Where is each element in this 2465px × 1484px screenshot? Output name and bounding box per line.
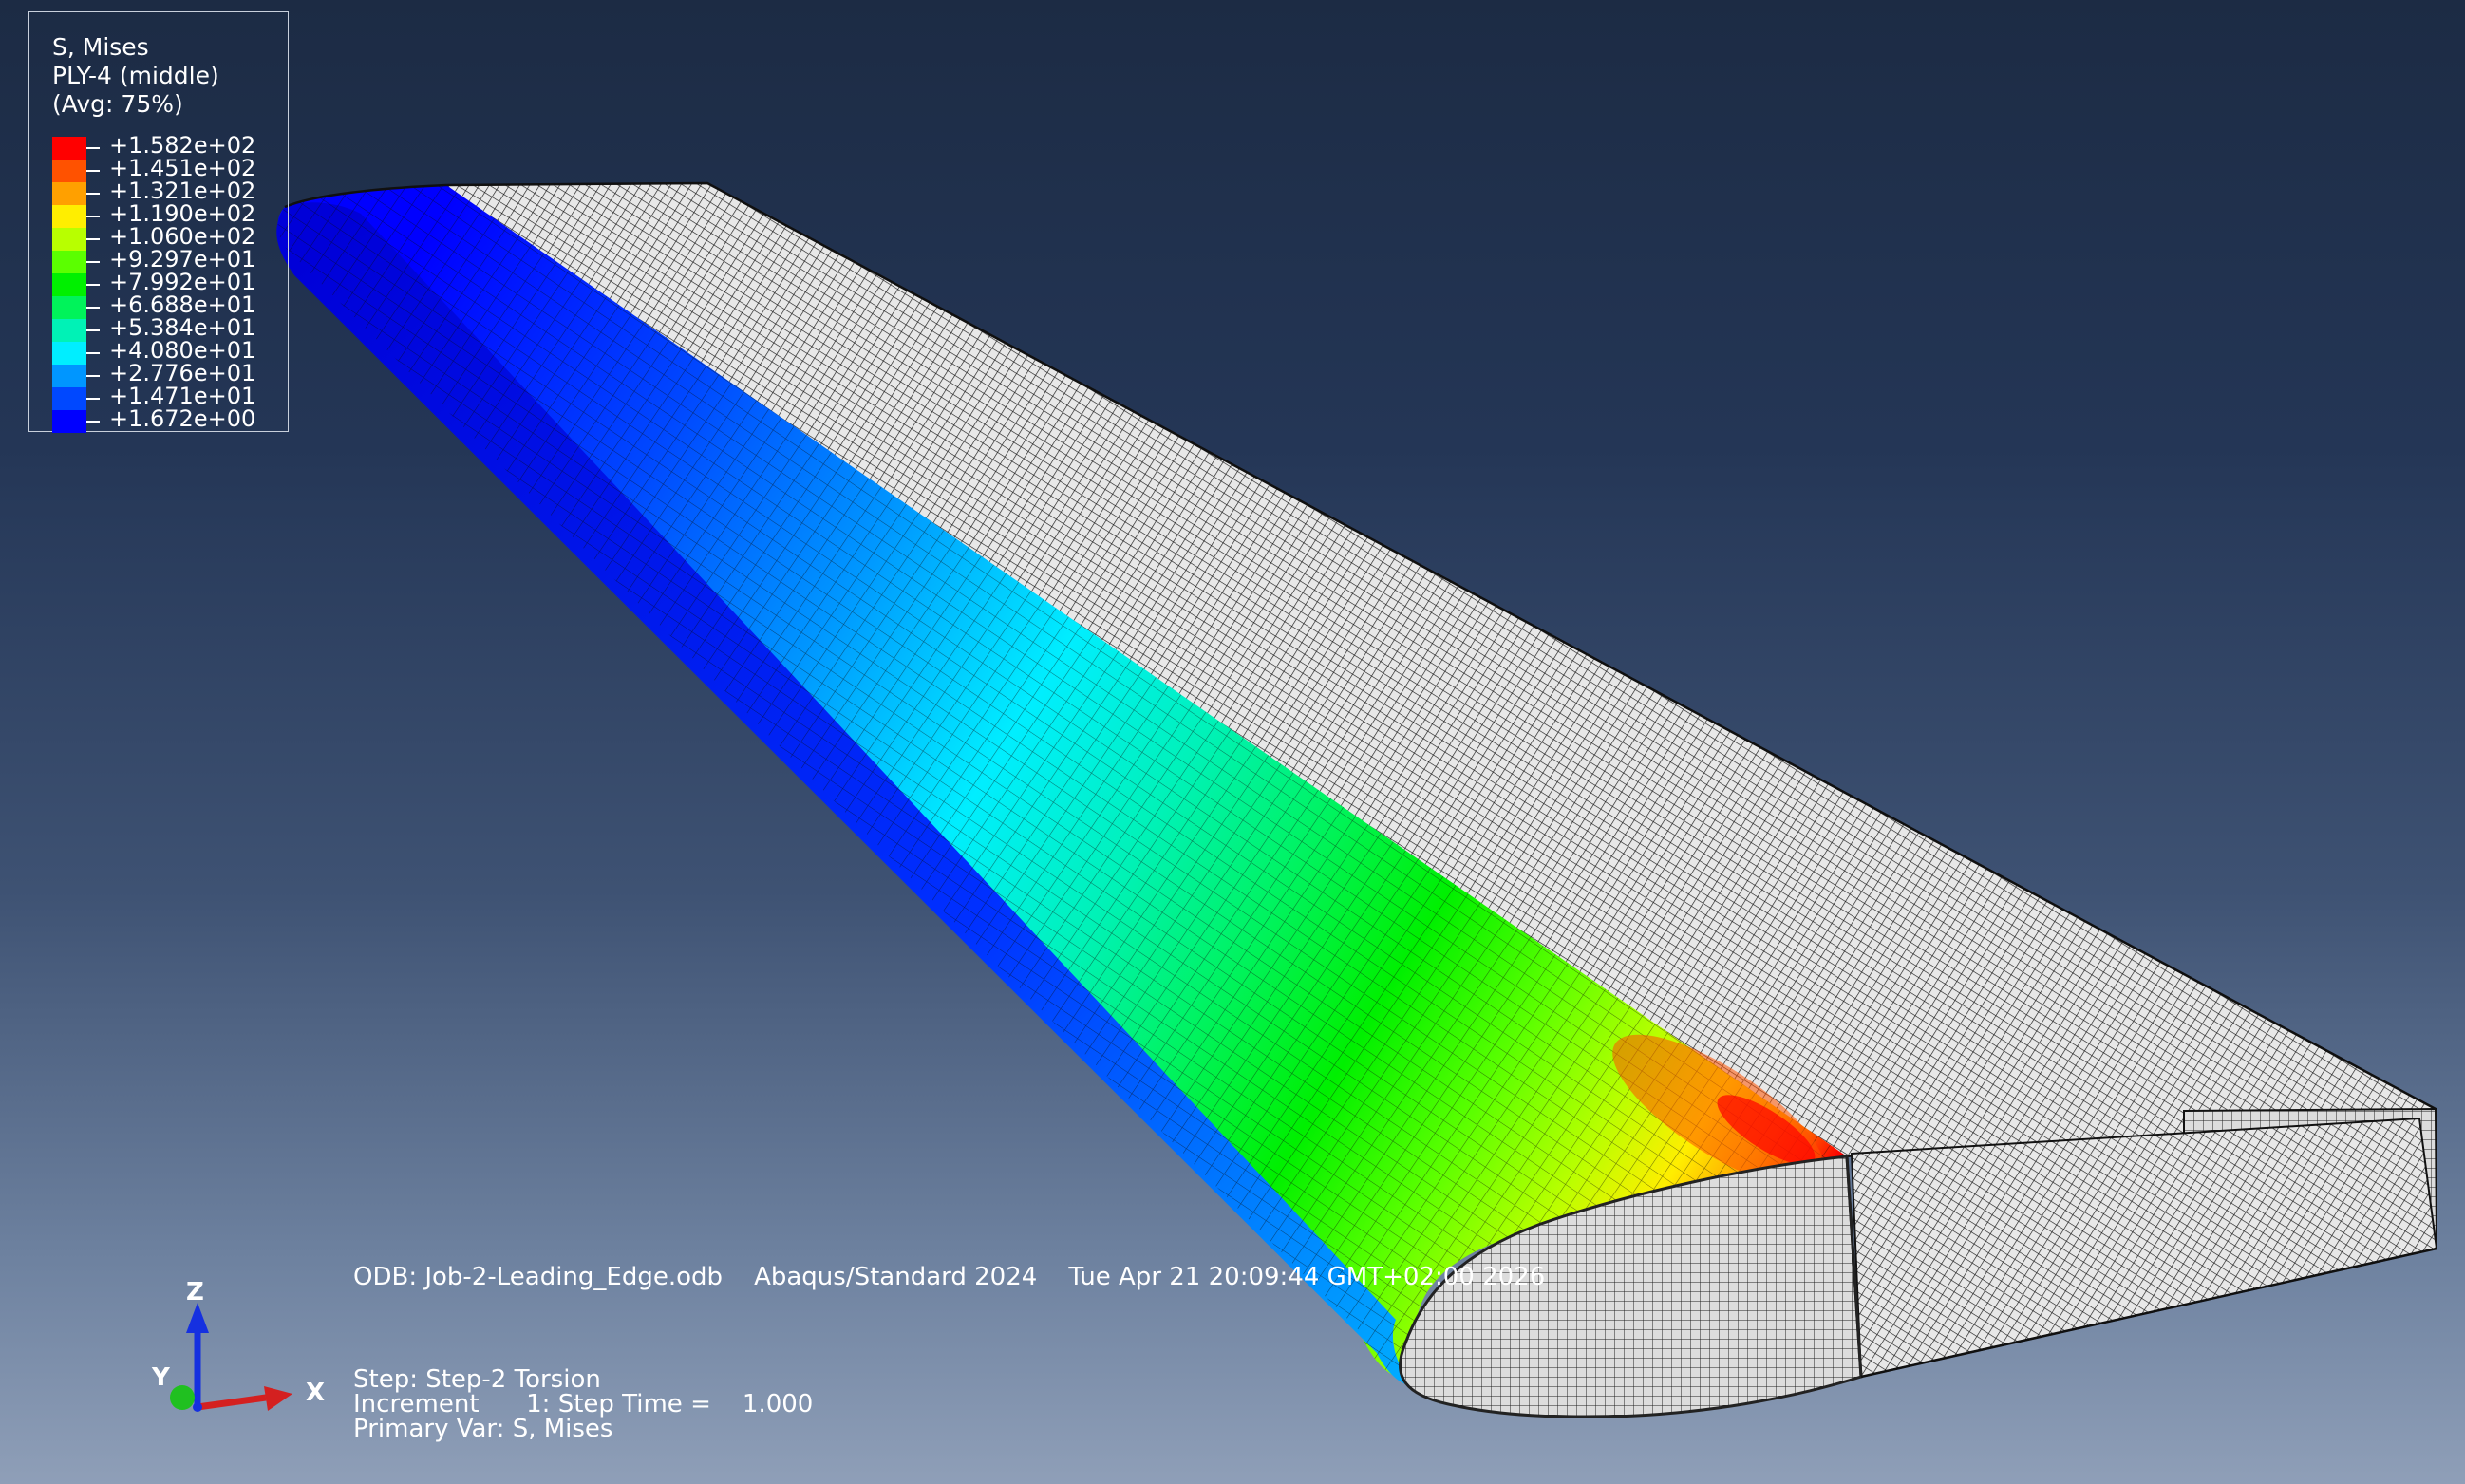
legend-swatch	[52, 182, 86, 205]
legend-variable: S, Mises	[52, 33, 149, 61]
legend-swatch	[52, 160, 86, 182]
legend-tick	[86, 284, 100, 286]
legend-tick	[86, 307, 100, 309]
legend-swatch	[52, 137, 86, 160]
legend-tick	[86, 170, 100, 172]
triad-axes-icon	[170, 1303, 292, 1412]
legend-tick	[86, 398, 100, 400]
legend-value: +1.672e+00	[109, 405, 256, 432]
coordinate-triad: Z Y X	[142, 1272, 332, 1434]
legend-tick	[86, 421, 100, 423]
legend-tick	[86, 238, 100, 240]
legend-swatch	[52, 273, 86, 296]
model-viewport[interactable]	[0, 0, 2465, 1484]
legend-swatch	[52, 296, 86, 319]
legend-swatch	[52, 205, 86, 228]
legend-averaging: (Avg: 75%)	[52, 90, 183, 118]
legend-tick	[86, 329, 100, 331]
triad-y-label: Y	[152, 1363, 170, 1392]
legend-swatch	[52, 365, 86, 387]
legend-ply: PLY-4 (middle)	[52, 62, 219, 89]
legend-swatch	[52, 228, 86, 251]
legend-swatch	[52, 319, 86, 342]
legend-tick	[86, 216, 100, 217]
legend-swatch	[52, 387, 86, 410]
legend-swatch	[52, 342, 86, 365]
contour-legend: S, Mises PLY-4 (middle) (Avg: 75%) +1.58…	[28, 11, 289, 433]
legend-tick	[86, 193, 100, 195]
legend-swatch	[52, 251, 86, 273]
odb-info-line: ODB: Job-2-Leading_Edge.odb Abaqus/Stand…	[353, 1263, 1546, 1291]
primary-var-line: Primary Var: S, Mises	[353, 1415, 613, 1443]
legend-tick	[86, 352, 100, 354]
triad-z-label: Z	[186, 1278, 204, 1306]
legend-swatch	[52, 410, 86, 433]
legend-tick	[86, 261, 100, 263]
legend-tick	[86, 147, 100, 149]
triad-x-label: X	[306, 1379, 326, 1407]
legend-tick	[86, 375, 100, 377]
